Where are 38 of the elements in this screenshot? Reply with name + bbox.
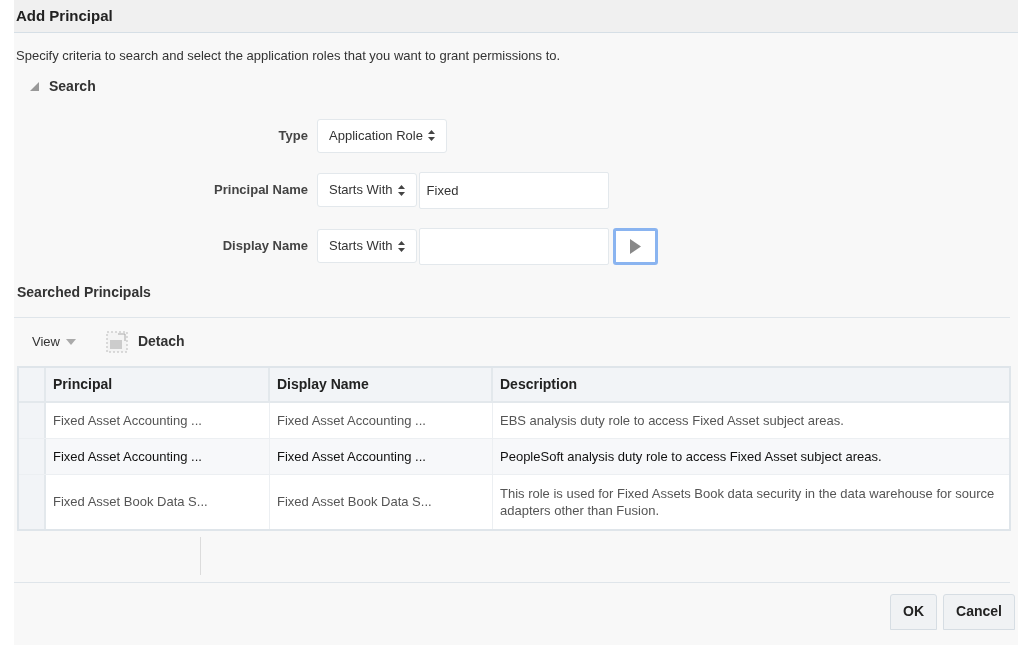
table-cell: Fixed Asset Accounting ... xyxy=(270,402,493,438)
dialog-title: Add Principal xyxy=(16,5,113,26)
sort-arrows-icon xyxy=(427,130,435,141)
search-section-header[interactable]: Search xyxy=(49,75,96,97)
field-label: Type xyxy=(277,126,309,145)
table-cell-text: This role is used for Fixed Assets Book data security in the data warehouse for source adapters other than Fusion. xyxy=(499,484,996,520)
field-label: Principal Name xyxy=(213,181,309,200)
column-header[interactable]: Display Name xyxy=(270,367,493,401)
table-row[interactable]: Fixed Asset Accounting ... Fixed Asset Accounting ... EBS analysis duty role to access Fixed Asset subject areas. xyxy=(19,402,1009,439)
search-button[interactable] xyxy=(612,227,658,265)
play-arrow-icon xyxy=(629,238,641,254)
disclosure-icon[interactable] xyxy=(30,81,39,91)
sort-arrows-icon xyxy=(397,184,405,196)
table-row[interactable]: Fixed Asset Accounting ... Fixed Asset Accounting ... PeopleSoft analysis duty role to access Fixed Asset subject areas. xyxy=(19,438,1009,475)
column-header[interactable]: Description xyxy=(493,367,1009,401)
sort-arrows-icon xyxy=(397,240,405,252)
input-field[interactable] xyxy=(418,227,609,265)
operator-select[interactable]: Starts With xyxy=(317,229,417,263)
detach-button[interactable]: Detach xyxy=(105,330,185,353)
detach-icon xyxy=(105,330,128,353)
dialog-button[interactable]: Cancel xyxy=(943,593,1015,630)
table-cell: Fixed Asset Accounting ... xyxy=(270,438,493,474)
column-header[interactable]: Principal xyxy=(46,367,270,401)
table-cell: Fixed Asset Book Data S... xyxy=(270,474,493,529)
operator-select[interactable]: Starts With xyxy=(317,173,417,207)
table-cell: Fixed Asset Accounting ... xyxy=(46,438,270,474)
view-menu[interactable]: View xyxy=(32,331,76,352)
dropdown-caret-icon xyxy=(65,338,76,345)
table-cell-text: PeopleSoft analysis duty role to access Fixed Asset subject areas. xyxy=(499,447,883,466)
section-title: Searched Principals xyxy=(17,283,151,300)
input-field[interactable]: Fixed xyxy=(418,171,609,209)
table-cell-text: EBS analysis duty role to access Fixed Asset subject areas. xyxy=(499,411,845,430)
table-cell: Fixed Asset Book Data S... xyxy=(46,474,270,529)
field-label: Display Name xyxy=(221,237,309,256)
table-cell: Fixed Asset Accounting ... xyxy=(46,402,270,438)
instructions-text: Specify criteria to search and select the application roles that you want to grant permissions to. xyxy=(16,47,562,65)
operator-select[interactable]: Application Role xyxy=(317,118,447,153)
dialog-button[interactable]: OK xyxy=(890,593,938,630)
